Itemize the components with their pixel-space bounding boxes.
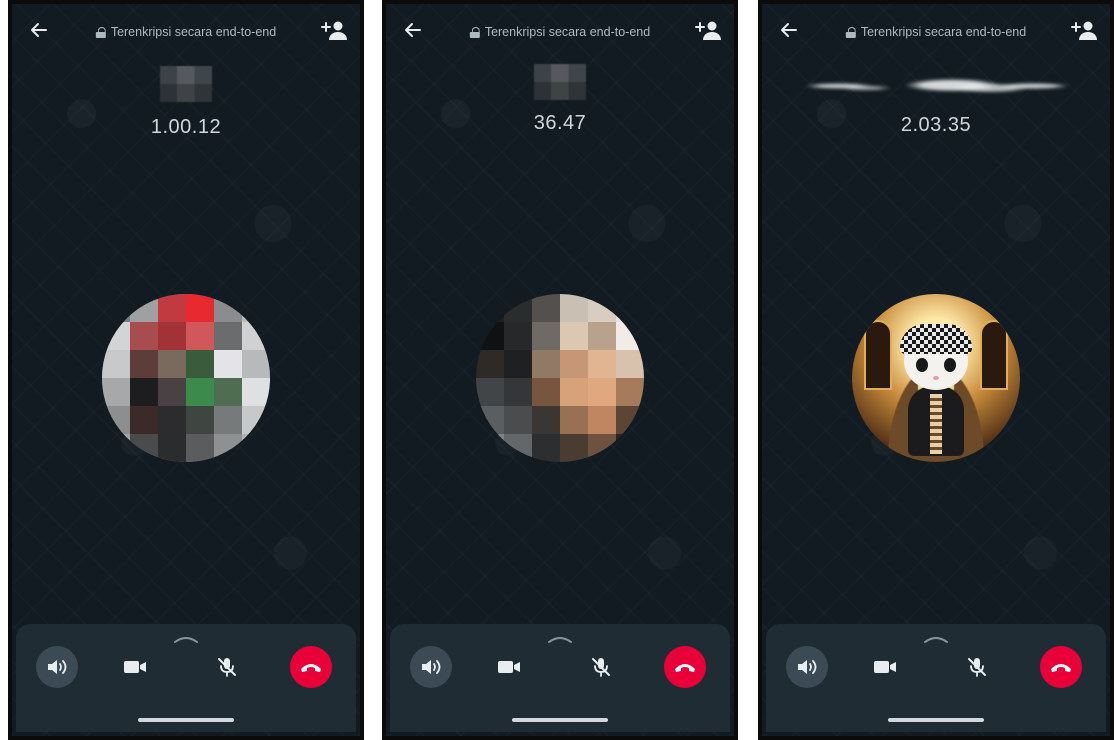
video-button[interactable] [864,646,906,688]
lock-icon [845,26,856,38]
avatar-cat-eye [944,358,956,372]
avatar-arch-right [980,320,1008,390]
arrow-left-icon [405,23,421,37]
expand-controls-handle[interactable] [173,630,199,643]
contact-name-redacted [801,66,1071,106]
speaker-button[interactable] [36,646,78,688]
lock-icon [469,26,480,38]
avatar-cat-keffiyeh [900,324,972,354]
back-button[interactable] [400,20,426,46]
encryption-notice: Terenkripsi secara end-to-end [469,25,651,39]
call-header: Terenkripsi secara end-to-end [12,18,360,48]
add-participant-button[interactable] [320,20,348,44]
call-timer: 1.00.12 [150,116,222,138]
home-indicator[interactable] [888,718,984,722]
add-participant-button[interactable] [1070,20,1098,44]
arrow-left-icon [31,23,47,37]
mic-off-icon [968,658,986,677]
video-camera-icon [498,661,520,673]
add-participant-button[interactable] [694,20,722,44]
contact-name-redacted [160,66,212,102]
call-controls-panel [16,624,356,732]
call-controls-panel [390,624,730,732]
expand-controls-handle[interactable] [923,630,949,643]
contact-avatar [476,294,644,462]
encryption-label: Terenkripsi secara end-to-end [860,25,1027,39]
phone-hangup-icon [301,664,321,672]
video-button[interactable] [488,646,530,688]
chevron-up-icon [924,637,948,643]
back-button[interactable] [776,20,802,46]
avatar-cat-nose [933,376,939,380]
video-button[interactable] [114,646,156,688]
contact-avatar [852,294,1020,462]
end-call-button[interactable] [1040,646,1082,688]
encryption-label: Terenkripsi secara end-to-end [484,25,651,39]
encryption-notice: Terenkripsi secara end-to-end [845,25,1027,39]
avatar-cat-eye [916,358,928,372]
call-controls-panel [766,624,1106,732]
encryption-notice: Terenkripsi secara end-to-end [95,25,277,39]
speaker-button[interactable] [410,646,452,688]
call-timer: 2.03.35 [900,114,972,136]
phone-hangup-icon [1051,664,1071,672]
end-call-button[interactable] [664,646,706,688]
avatar-arch-left [864,320,892,390]
avatar-cat-sash [930,394,942,454]
person-add-icon [321,21,347,40]
call-header: Terenkripsi secara end-to-end [762,18,1110,48]
end-call-button[interactable] [290,646,332,688]
person-add-icon [695,21,721,40]
lock-icon [95,26,106,38]
contact-name-redacted [534,64,586,100]
mute-button[interactable] [206,646,248,688]
chevron-up-icon [548,637,572,643]
call-screen-3: Terenkripsi secara end-to-end 2.03.35 [758,0,1114,740]
phone-hangup-icon [675,664,695,672]
video-camera-icon [124,661,146,673]
call-timer: 36.47 [533,112,587,134]
home-indicator[interactable] [512,718,608,722]
call-screen-1: Terenkripsi secara end-to-end 1.00.12 [8,0,364,740]
speaker-icon [422,660,441,674]
arrow-left-icon [781,23,797,37]
chevron-up-icon [174,637,198,643]
mic-off-icon [218,658,236,677]
expand-controls-handle[interactable] [547,630,573,643]
video-camera-icon [874,661,896,673]
speaker-icon [798,660,817,674]
person-add-icon [1071,21,1097,40]
call-screen-2: Terenkripsi secara end-to-end 36.47 [382,0,738,740]
contact-avatar [102,294,270,462]
mute-button[interactable] [580,646,622,688]
call-header: Terenkripsi secara end-to-end [386,18,734,48]
back-button[interactable] [26,20,52,46]
home-indicator[interactable] [138,718,234,722]
mute-button[interactable] [956,646,998,688]
encryption-label: Terenkripsi secara end-to-end [110,25,277,39]
speaker-button[interactable] [786,646,828,688]
speaker-icon [48,660,67,674]
mic-off-icon [592,658,610,677]
